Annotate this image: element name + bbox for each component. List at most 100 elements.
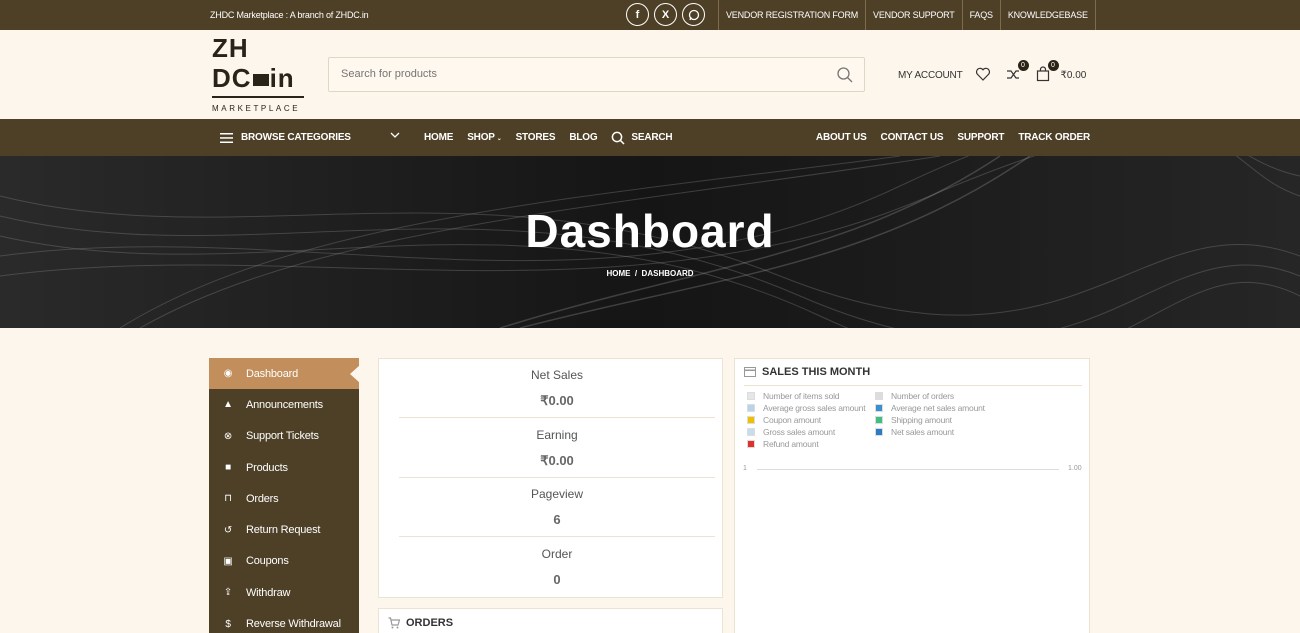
sidebar-item-products[interactable]: ■ Products (209, 452, 359, 483)
legend-item[interactable]: Shipping amount (875, 415, 952, 425)
my-account-link[interactable]: MY ACCOUNT (898, 70, 963, 81)
wishlist-icon[interactable] (975, 66, 993, 84)
cart-icon[interactable]: 0 (1035, 60, 1059, 84)
sidebar-item-support-tickets[interactable]: ⊗ Support Tickets (209, 421, 359, 452)
divider (744, 385, 1082, 386)
search-icon[interactable] (836, 66, 854, 84)
breadcrumb[interactable]: HOME / DASHBOARD (0, 269, 1300, 278)
facebook-icon[interactable]: f (626, 3, 649, 26)
page-title: Dashboard (525, 205, 775, 257)
legend-item[interactable]: Average net sales amount (875, 403, 985, 413)
legend-item[interactable]: Net sales amount (875, 427, 954, 437)
logo-text-in: in (269, 63, 295, 93)
x-twitter-icon[interactable]: X (654, 3, 677, 26)
legend-swatch (747, 428, 755, 436)
chart-axis-label-right: 1.00 (1068, 465, 1082, 472)
logo-underline (212, 96, 304, 98)
stat-earning: Earning ₹0.00 (399, 419, 715, 478)
sidebar-item-label: Announcements (246, 398, 323, 411)
whatsapp-icon[interactable] (682, 3, 705, 26)
nav-track-order[interactable]: TRACK ORDER (1018, 132, 1090, 143)
legend-label: Shipping amount (891, 415, 952, 425)
stat-label: Order (541, 547, 573, 561)
sidebar-item-dashboard[interactable]: ◉ Dashboard (209, 358, 360, 390)
nav-support[interactable]: SUPPORT (957, 132, 1004, 143)
stat-value: ₹0.00 (540, 453, 574, 468)
knowledgebase-link[interactable]: KNOWLEDGEBASE (999, 0, 1096, 30)
sidebar-item-reverse-withdrawal[interactable]: $ Reverse Withdrawal (209, 608, 359, 633)
chevron-down-icon: ⌄ (496, 136, 502, 142)
nav-contact-us[interactable]: CONTACT US (881, 132, 944, 143)
logo-subtitle: MARKETPLACE (212, 104, 301, 113)
legend-swatch (747, 392, 755, 400)
nav-shop[interactable]: SHOP ⌄ (467, 132, 502, 143)
sidebar-item-label: Coupons (246, 555, 289, 568)
nav-stores[interactable]: STORES (516, 132, 556, 143)
vendor-support-link[interactable]: VENDOR SUPPORT (865, 0, 962, 30)
stat-order: Order 0 (399, 538, 715, 597)
legend-item[interactable]: Refund amount (747, 439, 819, 449)
nav-home[interactable]: HOME (424, 132, 453, 143)
faqs-link[interactable]: FAQS (961, 0, 1000, 30)
vendor-registration-link[interactable]: VENDOR REGISTRATION FORM (718, 0, 865, 30)
site-logo[interactable]: ZH DC in MARKETPLACE (212, 34, 308, 116)
dashboard-icon: ◉ (223, 368, 233, 380)
nav-search-label: SEARCH (631, 132, 673, 143)
sidebar-item-orders[interactable]: ⊓ Orders (209, 483, 359, 514)
nav-shop-label: SHOP (467, 132, 495, 143)
sidebar-item-label: Products (246, 461, 288, 474)
chart-axis-label-left: 1 (743, 465, 747, 472)
search-box (328, 57, 865, 92)
search-icon (612, 131, 625, 145)
logo-text-dc-part: DC (212, 63, 252, 93)
main-nav: BROWSE CATEGORIES HOME SHOP ⌄ STORES BLOG… (0, 119, 1300, 156)
legend-swatch (875, 392, 883, 400)
site-tagline: ZHDC Marketplace : A branch of ZHDC.in (210, 10, 369, 20)
browse-categories-button[interactable]: BROWSE CATEGORIES (220, 119, 351, 156)
orders-panel: ORDERS (378, 608, 723, 633)
legend-item[interactable]: Average gross sales amount (747, 403, 866, 413)
nav-left: HOME SHOP ⌄ STORES BLOG SEARCH (424, 119, 686, 156)
sidebar-item-label: Withdraw (246, 586, 291, 599)
stat-value: ₹0.00 (540, 393, 574, 408)
cart-total[interactable]: ₹0.00 (1061, 70, 1087, 81)
nav-search[interactable]: SEARCH (611, 131, 673, 145)
legend-label: Number of orders (891, 391, 954, 401)
sidebar-item-label: Reverse Withdrawal (246, 618, 341, 631)
top-links: VENDOR REGISTRATION FORM VENDOR SUPPORT … (718, 0, 1096, 30)
browse-categories-label: BROWSE CATEGORIES (241, 132, 351, 143)
sidebar-item-coupons[interactable]: ▣ Coupons (209, 546, 359, 577)
legend-swatch (875, 416, 883, 424)
cart-count-badge: 0 (1047, 60, 1059, 71)
sidebar-item-label: Orders (246, 492, 279, 505)
legend-item[interactable]: Coupon amount (747, 415, 821, 425)
legend-item[interactable]: Gross sales amount (747, 427, 835, 437)
legend-swatch (875, 428, 883, 436)
nav-right: ABOUT US CONTACT US SUPPORT TRACK ORDER (802, 119, 1090, 156)
legend-swatch (747, 404, 755, 412)
legend-item[interactable]: Number of items sold (747, 391, 840, 401)
undo-icon: ↺ (223, 524, 233, 536)
stats-card: Net Sales ₹0.00 Earning ₹0.00 Pageview 6… (378, 358, 723, 598)
legend-label: Average gross sales amount (763, 403, 866, 413)
stat-net-sales: Net Sales ₹0.00 (399, 359, 715, 418)
bell-icon: ▲ (223, 399, 233, 411)
page-hero: Dashboard HOME / DASHBOARD (0, 156, 1300, 328)
logo-text-zh: ZH (212, 33, 249, 63)
compare-icon[interactable]: 0 (1005, 60, 1029, 84)
nav-about-us[interactable]: ABOUT US (816, 132, 867, 143)
compare-count-badge: 0 (1017, 60, 1029, 71)
chart-axis-line (757, 469, 1059, 470)
top-bar: ZHDC Marketplace : A branch of ZHDC.in f… (0, 0, 1300, 30)
sidebar-item-label: Return Request (246, 524, 321, 537)
logo-box-icon (252, 74, 269, 87)
sidebar-item-withdraw[interactable]: ⇪ Withdraw (209, 577, 359, 608)
nav-blog[interactable]: BLOG (569, 132, 597, 143)
stat-label: Earning (536, 428, 578, 442)
sidebar-item-return-request[interactable]: ↺ Return Request (209, 514, 359, 545)
sidebar-item-announcements[interactable]: ▲ Announcements (209, 389, 359, 420)
dollar-icon: $ (225, 618, 231, 630)
legend-item[interactable]: Number of orders (875, 391, 954, 401)
search-input[interactable] (341, 68, 821, 80)
chevron-down-icon[interactable] (390, 131, 400, 139)
